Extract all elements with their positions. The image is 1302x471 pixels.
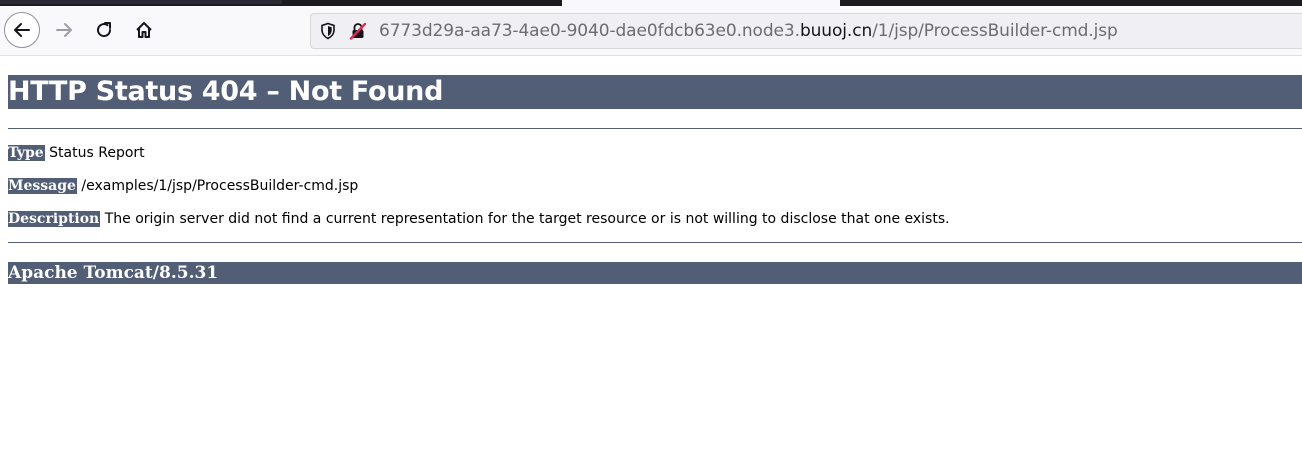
back-button[interactable] — [4, 12, 40, 48]
reload-button[interactable] — [86, 12, 122, 48]
url-prefix: 6773d29a-aa73-4ae0-9040-dae0fdcb63e0.nod… — [379, 21, 800, 41]
address-bar[interactable]: 6773d29a-aa73-4ae0-9040-dae0fdcb63e0.nod… — [310, 13, 1302, 49]
error-page: HTTP Status 404 – Not Found Type Status … — [8, 75, 1302, 284]
url-path: /1/jsp/ProcessBuilder-cmd.jsp — [872, 21, 1118, 41]
reload-icon — [97, 22, 112, 38]
type-row: Type Status Report — [8, 145, 145, 161]
navigation-toolbar: 6773d29a-aa73-4ae0-9040-dae0fdcb63e0.nod… — [0, 6, 1302, 56]
forward-button[interactable] — [46, 12, 82, 48]
arrow-right-icon — [56, 23, 72, 37]
page-title: HTTP Status 404 – Not Found — [8, 75, 1302, 109]
home-icon — [136, 22, 152, 38]
shield-icon[interactable] — [319, 22, 337, 40]
description-value: The origin server did not find a current… — [104, 211, 950, 227]
message-value: /examples/1/jsp/ProcessBuilder-cmd.jsp — [81, 178, 359, 194]
description-label: Description — [8, 211, 101, 227]
divider-top — [8, 128, 1302, 129]
description-row: Description The origin server did not fi… — [8, 211, 950, 227]
divider-bottom — [8, 242, 1302, 243]
insecure-lock-icon[interactable] — [349, 22, 367, 40]
type-value: Status Report — [49, 145, 145, 161]
url-text[interactable]: 6773d29a-aa73-4ae0-9040-dae0fdcb63e0.nod… — [379, 21, 1118, 41]
tab-background[interactable] — [0, 0, 282, 4]
arrow-left-icon — [14, 23, 30, 37]
type-label: Type — [8, 145, 45, 161]
url-domain: buuoj.cn — [799, 21, 873, 41]
server-footer: Apache Tomcat/8.5.31 — [8, 262, 1302, 284]
home-button[interactable] — [126, 12, 162, 48]
message-row: Message /examples/1/jsp/ProcessBuilder-c… — [8, 178, 358, 194]
message-label: Message — [8, 178, 77, 194]
